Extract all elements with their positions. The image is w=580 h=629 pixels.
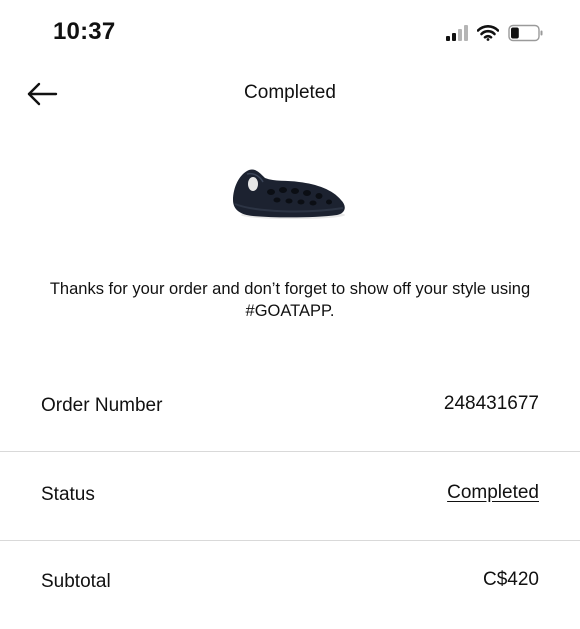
foam-runner-shoe-image bbox=[233, 169, 345, 219]
order-number-label: Order Number bbox=[41, 395, 163, 416]
thanks-message: Thanks for your order and don’t forget t… bbox=[49, 280, 531, 320]
status-icons bbox=[446, 22, 544, 44]
battery-level bbox=[511, 27, 519, 39]
status-time: 10:37 bbox=[53, 18, 116, 45]
wifi-icon bbox=[477, 25, 499, 41]
product-image bbox=[225, 160, 355, 230]
status-link[interactable]: Completed bbox=[447, 482, 539, 504]
status-label: Status bbox=[41, 484, 95, 505]
page-title: Completed bbox=[244, 82, 336, 103]
order-number-value: 248431677 bbox=[443, 393, 539, 414]
order-number-row: Order Number 248431677 bbox=[0, 362, 580, 450]
status-row: Status Completed bbox=[0, 452, 580, 540]
subtotal-value: C$420 bbox=[483, 569, 539, 590]
subtotal-row: Subtotal C$420 bbox=[0, 541, 580, 629]
cellular-signal-icon bbox=[446, 25, 468, 41]
subtotal-label: Subtotal bbox=[41, 571, 111, 592]
battery-icon bbox=[508, 24, 543, 42]
